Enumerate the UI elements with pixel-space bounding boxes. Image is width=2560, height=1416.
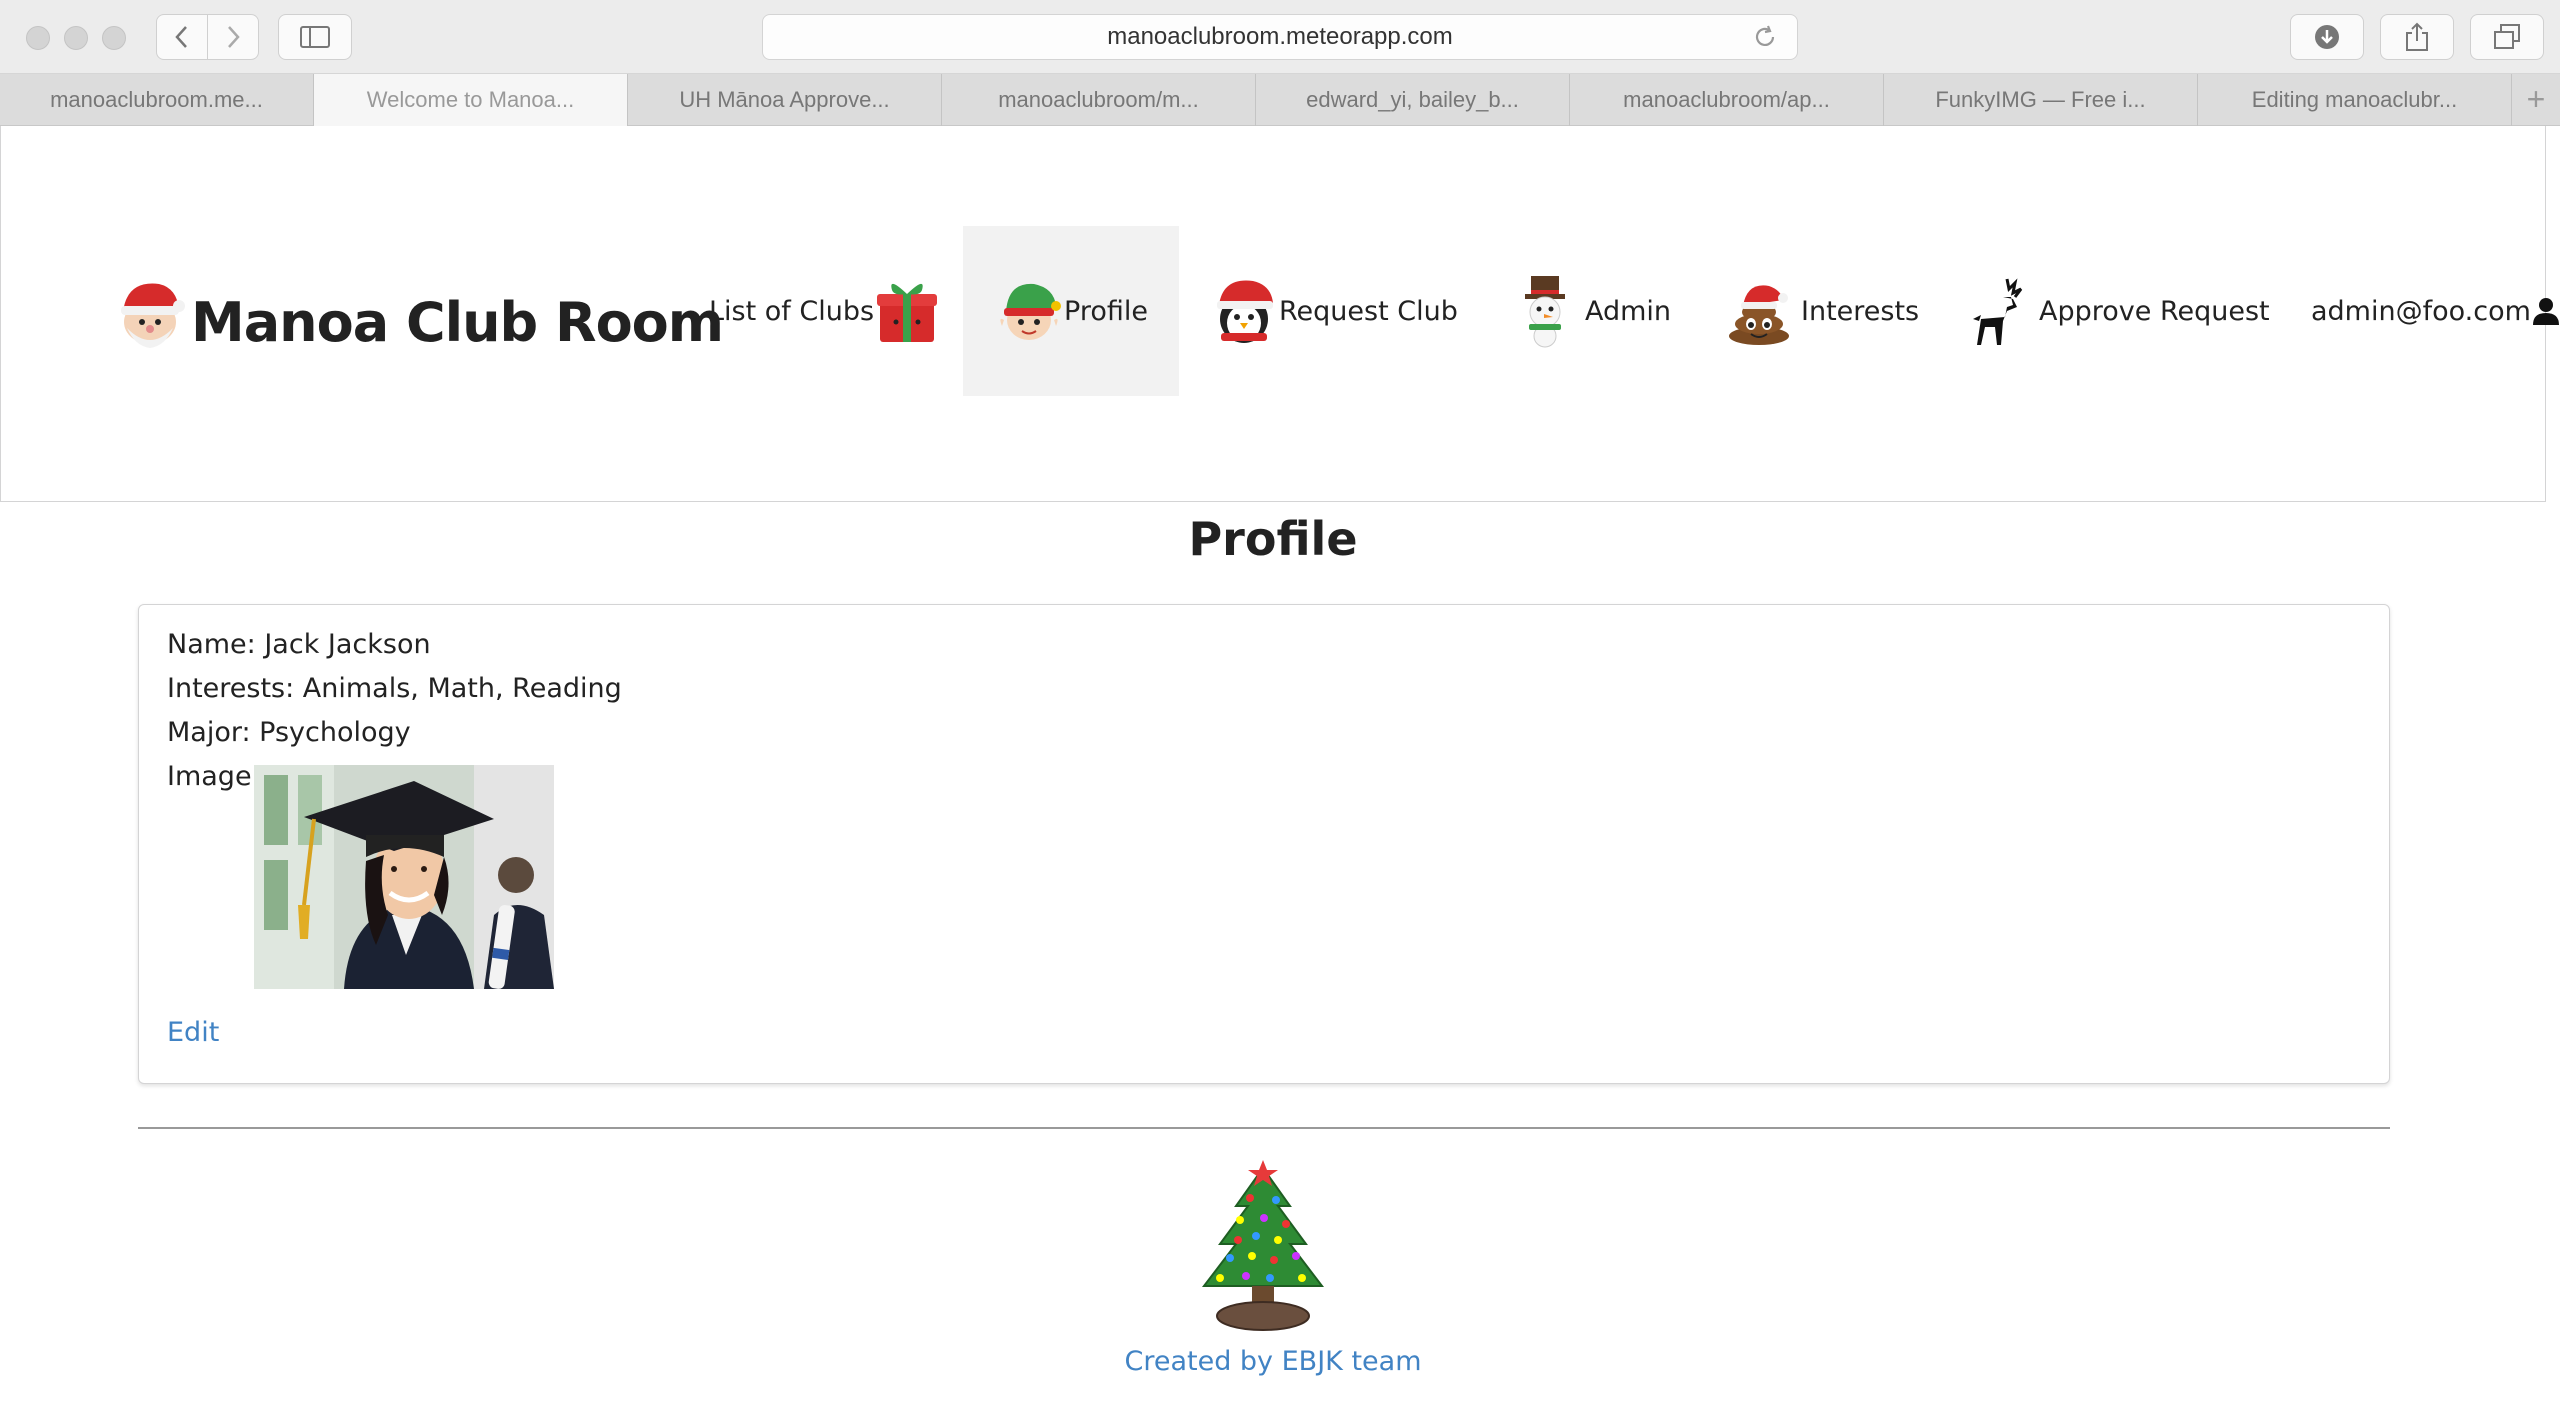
app-navbar: Manoa Club Room List of Clubs Profile Re… xyxy=(0,126,2559,502)
browser-tab[interactable]: FunkyIMG — Free i... xyxy=(1884,74,2198,126)
profile-interests: Interests: Animals, Math, Reading xyxy=(167,673,622,704)
address-bar[interactable]: manoaclubroom.meteorapp.com xyxy=(762,14,1798,60)
nav-item-approve-request[interactable]: Approve Request xyxy=(1967,226,2270,396)
elf-icon xyxy=(1000,283,1062,340)
zoom-window-button[interactable] xyxy=(102,26,126,50)
browser-toolbar: manoaclubroom.meteorapp.com xyxy=(0,0,2560,74)
browser-tab[interactable]: manoaclubroom/ap... xyxy=(1570,74,1884,126)
nav-item-label: Profile xyxy=(1064,295,1148,327)
browser-tab[interactable]: edward_yi, bailey_b... xyxy=(1256,74,1570,126)
share-icon xyxy=(2406,22,2428,51)
gift-icon xyxy=(877,283,938,342)
browser-tab-bar: manoaclubroom.me... Welcome to Manoa... … xyxy=(0,74,2560,126)
edit-profile-link[interactable]: Edit xyxy=(167,1017,219,1048)
nav-item-label: Interests xyxy=(1801,295,1920,327)
url-text: manoaclubroom.meteorapp.com xyxy=(1107,23,1453,50)
reload-icon[interactable] xyxy=(1751,23,1779,51)
browser-tab[interactable]: manoaclubroom/m... xyxy=(942,74,1256,126)
browser-tab[interactable]: UH Mānoa Approve... xyxy=(628,74,942,126)
nav-item-request-club[interactable]: Request Club xyxy=(1209,226,1458,396)
tabs-overview-button[interactable] xyxy=(2470,14,2544,60)
user-icon xyxy=(2532,298,2559,325)
penguin-icon xyxy=(1217,280,1273,343)
tabs-overview-icon xyxy=(2494,24,2520,49)
profile-card: Name: Jack Jackson Interests: Animals, M… xyxy=(138,604,2390,1084)
forward-button[interactable] xyxy=(207,14,259,60)
user-menu[interactable]: admin@foo.com xyxy=(2311,226,2560,396)
nav-item-label: List of Clubs xyxy=(709,295,875,327)
new-tab-button[interactable]: + xyxy=(2512,74,2560,125)
browser-tab[interactable]: Editing manoaclubr... xyxy=(2198,74,2512,126)
share-button[interactable] xyxy=(2380,14,2454,60)
sidebar-icon xyxy=(300,26,330,48)
nav-item-admin[interactable]: Admin xyxy=(1517,226,1671,396)
nav-item-profile[interactable]: Profile xyxy=(963,226,1179,396)
page-title: Profile xyxy=(1188,512,1358,566)
close-window-button[interactable] xyxy=(26,26,50,50)
sidebar-toggle-button[interactable] xyxy=(278,14,352,60)
profile-image-label: Image: xyxy=(167,761,261,792)
reindeer-icon xyxy=(1973,278,2023,345)
snowman-icon xyxy=(1525,276,1565,348)
santa-icon xyxy=(121,283,185,348)
downloads-button[interactable] xyxy=(2290,14,2364,60)
nav-item-list-of-clubs[interactable]: List of Clubs xyxy=(709,226,940,396)
profile-major: Major: Psychology xyxy=(167,717,411,748)
brand-title: Manoa Club Room xyxy=(191,291,724,354)
nav-item-interests[interactable]: Interests xyxy=(1725,226,1919,396)
browser-tab[interactable]: manoaclubroom.me... xyxy=(0,74,314,126)
user-email: admin@foo.com xyxy=(2311,295,2531,327)
profile-name: Name: Jack Jackson xyxy=(167,629,431,660)
nav-item-label: Admin xyxy=(1585,295,1672,327)
download-icon xyxy=(2315,25,2339,49)
christmas-tree-icon xyxy=(1201,1160,1325,1331)
santa-hat-poop-icon xyxy=(1729,285,1789,345)
nav-item-label: Request Club xyxy=(1279,295,1458,327)
chevron-left-icon xyxy=(175,26,187,48)
brand-link[interactable]: Manoa Club Room xyxy=(113,276,724,354)
profile-photo xyxy=(254,765,554,989)
browser-tab-active[interactable]: Welcome to Manoa... xyxy=(314,74,628,126)
back-button[interactable] xyxy=(156,14,208,60)
footer-divider xyxy=(138,1127,2390,1129)
chevron-right-icon xyxy=(228,26,240,48)
footer-credit-link[interactable]: Created by EBJK team xyxy=(0,1346,2546,1377)
nav-item-label: Approve Request xyxy=(2039,295,2270,327)
minimize-window-button[interactable] xyxy=(64,26,88,50)
